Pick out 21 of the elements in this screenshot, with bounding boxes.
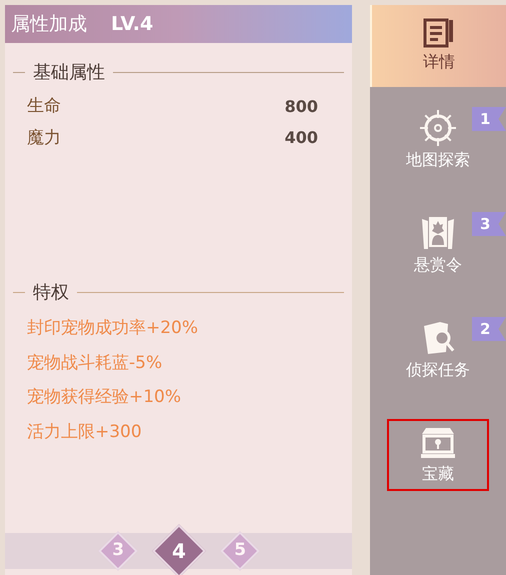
count-ribbon: 3 bbox=[472, 212, 506, 236]
side-tab[interactable]: 侦探任务 2 bbox=[370, 297, 506, 402]
count-ribbon: 2 bbox=[472, 317, 506, 341]
notebook-icon bbox=[422, 18, 456, 50]
section-heading: 特权 bbox=[33, 281, 69, 305]
attribute-name: 生命 bbox=[27, 95, 61, 118]
side-tab[interactable]: 地图探索 1 bbox=[370, 87, 506, 192]
privilege-text: 封印宠物成功率+20% bbox=[27, 317, 200, 340]
attribute-name: 魔力 bbox=[27, 126, 61, 150]
privilege-text: 宠物战斗耗蓝-5% bbox=[27, 352, 164, 374]
attribute-value: 800 bbox=[284, 96, 318, 118]
attribute-value: 400 bbox=[284, 127, 318, 150]
compass-wheel-icon bbox=[418, 108, 458, 148]
side-tab[interactable]: 悬赏令 3 bbox=[370, 192, 506, 297]
privilege-text: 活力上限+300 bbox=[27, 420, 143, 444]
side-tab[interactable]: 详情 bbox=[370, 5, 506, 87]
panel-title: 属性加成 bbox=[11, 12, 87, 37]
section-heading: 基础属性 bbox=[33, 61, 105, 85]
count-ribbon: 1 bbox=[472, 107, 506, 131]
level-label: LV.4 bbox=[111, 12, 154, 37]
privilege-text: 宠物获得经验+10% bbox=[27, 386, 182, 409]
